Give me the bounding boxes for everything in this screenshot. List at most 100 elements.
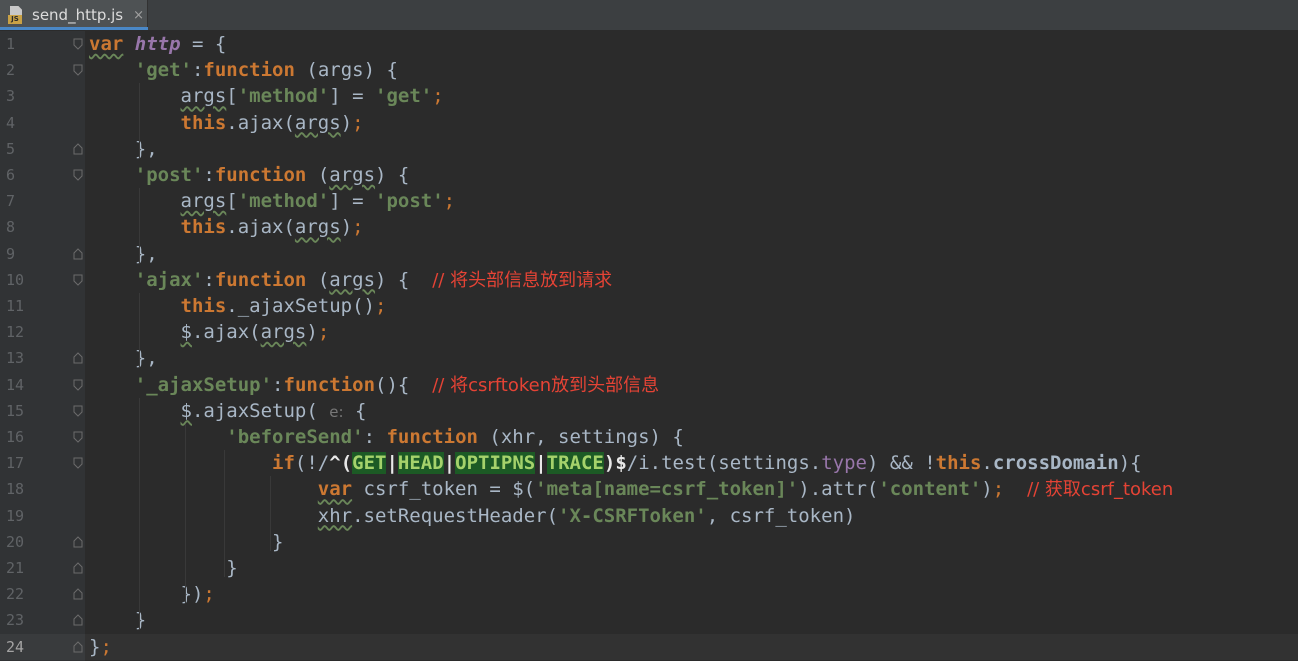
code-token: [ <box>226 190 238 213</box>
line-number: 23 <box>6 611 25 630</box>
code-token: : <box>191 59 204 82</box>
code-editor[interactable]: 1 var http = {2 'get':function (args) {3 … <box>0 31 1298 661</box>
code-line[interactable]: 13 }, <box>0 345 1298 371</box>
javascript-file-icon: JS <box>8 6 24 24</box>
code-token: args <box>180 85 227 108</box>
fold-end-icon[interactable] <box>73 588 83 600</box>
code-token: ] = <box>329 85 376 108</box>
code-text: args['method'] = 'get'; <box>89 83 444 109</box>
code-token: 'meta[name=csrf_token]' <box>535 478 799 501</box>
fold-end-icon[interactable] <box>73 247 83 260</box>
code-token: }, <box>89 137 158 160</box>
fold-start-icon[interactable] <box>73 274 83 286</box>
fold-start-icon[interactable] <box>73 431 83 443</box>
code-line[interactable]: 6 'post':function (args) { <box>0 162 1298 188</box>
code-token: this <box>180 111 227 134</box>
code-line[interactable]: 16 'beforeSend': function (xhr, settings… <box>0 424 1298 450</box>
indent-guide <box>224 450 225 578</box>
code-line[interactable]: 21 } <box>0 555 1298 581</box>
code-token: 'post' <box>375 190 444 213</box>
code-token: ; <box>992 478 1005 501</box>
code-text: }; <box>89 634 112 660</box>
code-token: ).attr( <box>798 478 879 501</box>
code-token: (!/ <box>294 452 330 475</box>
code-line[interactable]: 17 if(!/^(GET|HEAD|OPTIPNS|TRACE)$/i.tes… <box>0 450 1298 476</box>
fold-start-icon[interactable] <box>73 64 83 76</box>
fold-end-icon[interactable] <box>73 614 83 626</box>
fold-end-icon[interactable] <box>73 562 83 574</box>
code-line[interactable]: 4 this.ajax(args); <box>0 110 1298 136</box>
code-token: : <box>203 164 215 186</box>
code-line[interactable]: 10 'ajax':function (args) { // 将头部信息放到请求 <box>0 267 1298 293</box>
code-token: args <box>329 268 376 291</box>
code-line[interactable]: 15 $.ajaxSetup( e: { <box>0 398 1298 424</box>
code-text: this._ajaxSetup(); <box>89 293 387 319</box>
code-token: ) <box>340 216 353 239</box>
line-number-cell: 6 <box>0 162 85 188</box>
code-token: type <box>821 452 867 475</box>
code-token: TRACE <box>546 452 604 475</box>
fold-start-icon[interactable] <box>73 169 83 181</box>
code-line[interactable]: 22 }); <box>0 581 1298 607</box>
code-line[interactable]: 7 args['method'] = 'post'; <box>0 188 1298 214</box>
code-line[interactable]: 8 this.ajax(args); <box>0 214 1298 240</box>
fold-end-icon[interactable] <box>73 536 83 548</box>
line-number-cell: 5 <box>0 136 85 162</box>
line-number: 10 <box>6 270 25 289</box>
line-number-cell: 13 <box>0 345 85 371</box>
code-token: 'get' <box>375 85 433 108</box>
code-line[interactable]: 5 }, <box>0 136 1298 162</box>
code-token: ; <box>443 190 456 213</box>
close-icon[interactable]: × <box>133 8 144 23</box>
fold-start-icon[interactable] <box>73 405 83 417</box>
line-number-cell: 20 <box>0 529 85 555</box>
code-line[interactable]: 1 var http = { <box>0 31 1298 57</box>
code-token: args <box>260 321 307 344</box>
line-number-cell: 24 <box>0 633 85 660</box>
fold-end-icon[interactable] <box>73 143 83 155</box>
code-line[interactable]: 2 'get':function (args) { <box>0 57 1298 83</box>
code-text: var http = { <box>89 31 226 57</box>
fold-start-icon[interactable] <box>73 457 83 469</box>
line-number-cell: 23 <box>0 607 85 633</box>
code-token: args <box>294 111 341 134</box>
code-token: function <box>283 373 376 396</box>
fold-end-icon[interactable] <box>73 352 83 364</box>
code-token: ( <box>294 59 318 82</box>
code-line[interactable]: 23 } <box>0 607 1298 633</box>
code-line[interactable]: 20 } <box>0 529 1298 555</box>
code-line[interactable]: 14 '_ajaxSetup':function(){ // 将csrftoke… <box>0 372 1298 398</box>
code-token: args <box>329 164 376 186</box>
code-text: 'post':function (args) { <box>89 162 410 188</box>
tab-send-http-js[interactable]: JS send_http.js × <box>0 0 148 30</box>
fold-start-icon[interactable] <box>73 379 83 391</box>
code-text: this.ajax(args); <box>89 110 364 136</box>
code-token: GET <box>352 452 387 475</box>
code-token: ; <box>352 111 364 134</box>
line-number-cell: 3 <box>0 83 85 109</box>
code-line[interactable]: 3 args['method'] = 'get'; <box>0 83 1298 109</box>
code-token: ; <box>100 635 112 658</box>
fold-end-icon[interactable] <box>73 640 83 653</box>
code-line[interactable]: 9 }, <box>0 241 1298 267</box>
code-line[interactable]: 11 this._ajaxSetup(); <box>0 293 1298 319</box>
code-text: }, <box>89 345 158 371</box>
line-number-cell: 12 <box>0 319 85 345</box>
code-line[interactable]: 19 xhr.setRequestHeader('X-CSRFToken', c… <box>0 503 1298 529</box>
code-line[interactable]: 24}; <box>0 633 1298 660</box>
code-line[interactable]: 12 $.ajax(args); <box>0 319 1298 345</box>
code-text: } <box>89 529 283 555</box>
fold-start-icon[interactable] <box>73 38 83 50</box>
code-text: if(!/^(GET|HEAD|OPTIPNS|TRACE)$/i.test(s… <box>89 450 1142 476</box>
line-number-cell: 18 <box>0 476 85 502</box>
code-line[interactable]: 18 var csrf_token = $('meta[name=csrf_to… <box>0 476 1298 502</box>
code-text: } <box>89 555 237 581</box>
indent-guide <box>139 83 140 158</box>
code-token: '_ajaxSetup' <box>134 373 273 396</box>
code-token: ) { <box>363 59 398 82</box>
